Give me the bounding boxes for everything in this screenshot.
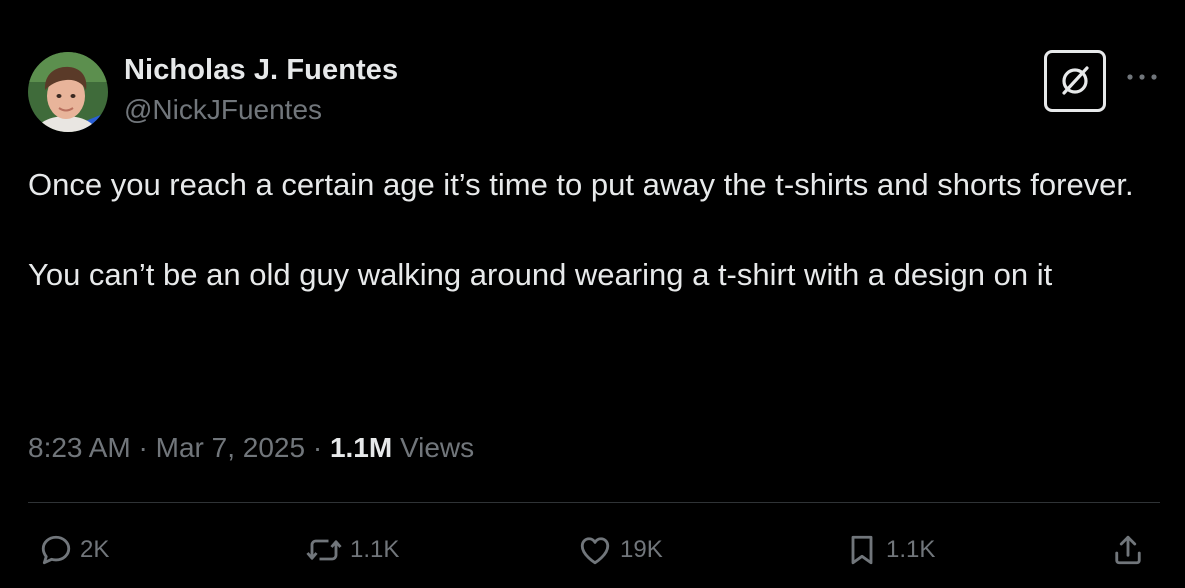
meta-separator: · (138, 432, 148, 463)
author-display-name[interactable]: Nicholas J. Fuentes (124, 54, 398, 87)
heart-icon (580, 537, 610, 565)
reply-count: 2K (80, 536, 110, 563)
repost-count: 1.1K (350, 536, 400, 563)
more-button[interactable] (1124, 62, 1160, 92)
meta-separator: · (312, 432, 323, 463)
bookmark-icon (851, 535, 873, 565)
views-label: Views (399, 432, 475, 463)
tweet: Nicholas J. Fuentes @NickJFuentes Once y… (0, 0, 1185, 588)
reply-icon (41, 535, 71, 565)
tweet-time[interactable]: 8:23 AM (28, 432, 131, 463)
like-button[interactable]: 19K (576, 530, 663, 570)
more-horizontal-icon (1127, 74, 1157, 80)
grok-button[interactable] (1044, 50, 1106, 112)
tweet-paragraph: Once you reach a certain age it’s time t… (28, 167, 1134, 202)
tweet-date[interactable]: Mar 7, 2025 (156, 432, 305, 463)
bookmark-count: 1.1K (886, 536, 936, 563)
like-count: 19K (620, 536, 663, 563)
author-handle[interactable]: @NickJFuentes (124, 94, 322, 126)
reply-button[interactable]: 2K (38, 530, 109, 570)
tweet-text: Once you reach a certain age it’s time t… (28, 162, 1168, 297)
divider (28, 502, 1160, 503)
avatar[interactable] (28, 52, 108, 132)
share-button[interactable] (1110, 530, 1146, 570)
repost-icon (306, 539, 342, 561)
tweet-paragraph: You can’t be an old guy walking around w… (28, 257, 1053, 292)
share-icon (1115, 535, 1141, 565)
bookmark-button[interactable]: 1.1K (844, 530, 935, 570)
repost-button[interactable]: 1.1K (304, 530, 399, 570)
tweet-meta: 8:23 AM · Mar 7, 2025 · 1.1M Views (28, 432, 474, 464)
views-count: 1.1M (329, 432, 393, 463)
grok-icon (1062, 66, 1089, 95)
